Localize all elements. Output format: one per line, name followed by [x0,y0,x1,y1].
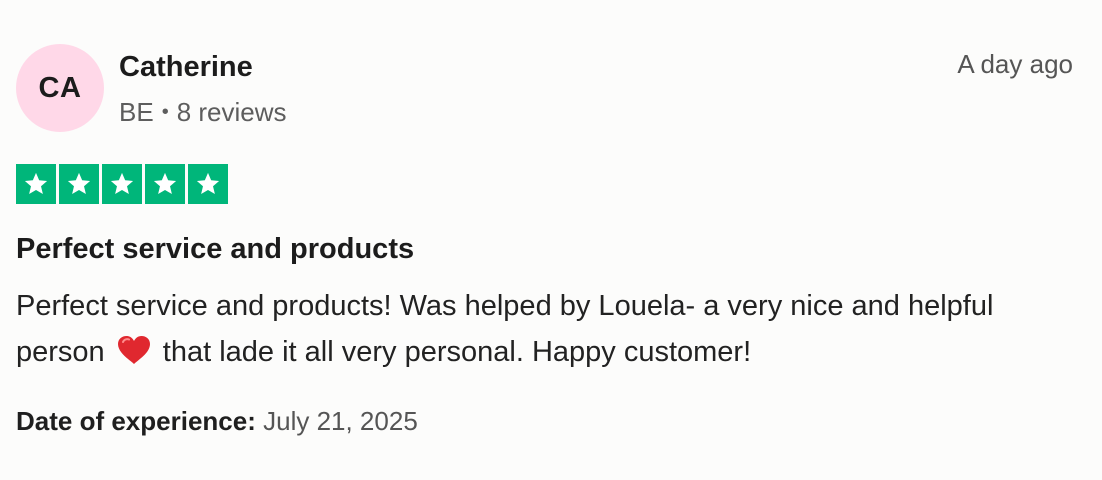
review-title[interactable]: Perfect service and products [16,230,414,268]
review-card: CA Catherine BE • 8 reviews A day ago Pe… [0,0,1102,480]
star-icon [59,164,99,204]
star-rating [16,164,228,204]
reviewer-review-count: 8 reviews [176,97,287,127]
reviewer-country: BE [119,97,154,127]
star-icon [145,164,185,204]
star-icon [102,164,142,204]
review-timestamp: A day ago [957,49,1073,79]
heart-icon [117,336,150,364]
experience-label: Date of experience: [16,406,256,436]
review-body-text-continued: that lade it all very personal. Happy cu… [162,336,752,368]
meta-separator: • [161,101,169,123]
reviewer-name[interactable]: Catherine [119,49,253,85]
avatar-initials: CA [38,71,82,104]
experience-date: July 21, 2025 [263,406,418,436]
review-body: Perfect service and products! Was helped… [16,283,1076,375]
reviewer-meta: BE • 8 reviews [119,96,287,128]
date-of-experience: Date of experience: July 21, 2025 [16,404,418,438]
star-icon [16,164,56,204]
star-icon [188,164,228,204]
avatar[interactable]: CA [16,44,104,132]
